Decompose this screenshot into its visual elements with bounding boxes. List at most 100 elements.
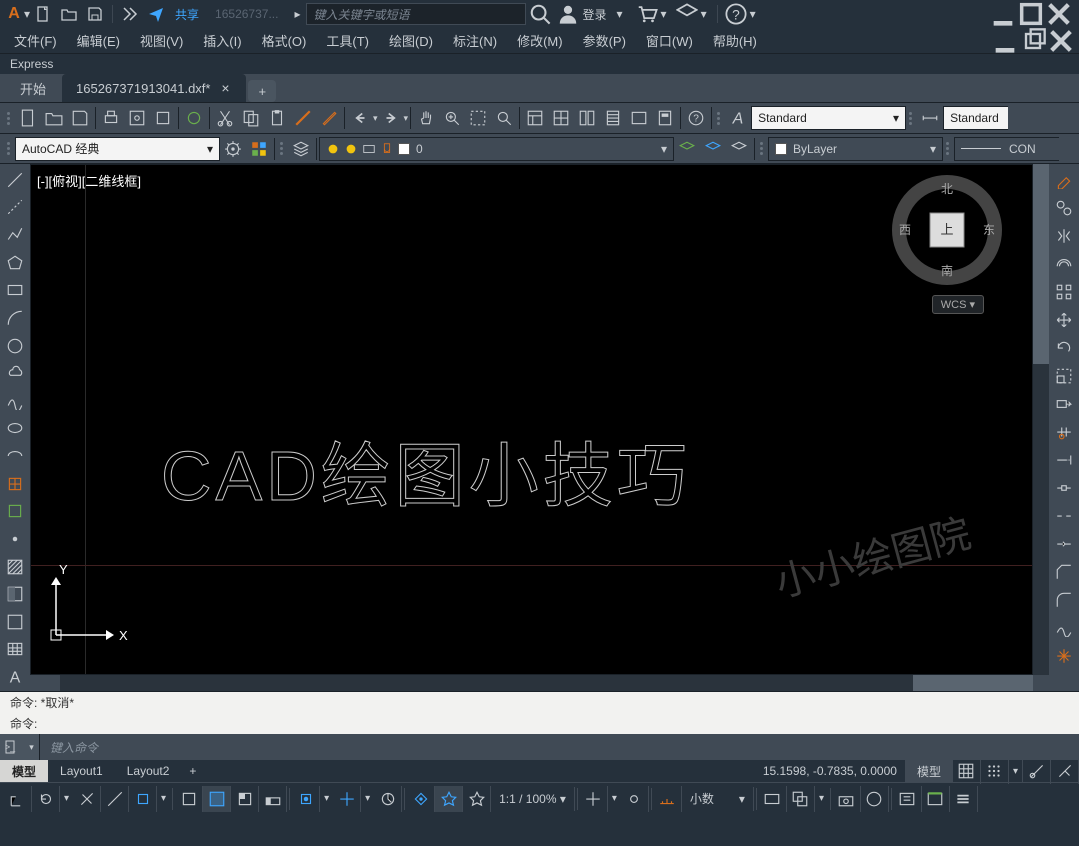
otrack-icon[interactable] [333,786,361,812]
scale-combo[interactable]: 1:1 / 100% ▾ [491,787,575,811]
point-icon[interactable] [2,526,28,552]
clean-screen-icon[interactable] [894,786,922,812]
arc-icon[interactable] [2,305,28,331]
cut-icon[interactable] [212,105,238,131]
world-ucs-icon[interactable] [4,786,32,812]
offset-icon[interactable] [1051,251,1077,277]
user-icon[interactable] [557,3,579,25]
login-link[interactable]: 登录 [582,6,606,23]
insert-block-icon[interactable] [2,471,28,497]
new-file-icon[interactable] [15,105,41,131]
hatch-icon[interactable] [2,554,28,580]
new-icon[interactable] [32,3,54,25]
menu-view[interactable]: 视图(V) [130,28,193,54]
new-tab-button[interactable]: + [248,80,276,102]
ann-scale-icon[interactable] [407,786,435,812]
send-icon[interactable] [145,3,167,25]
units-icon[interactable] [654,786,682,812]
revcloud-icon[interactable] [2,360,28,386]
text-style-icon[interactable]: A [725,105,751,131]
design-center-icon[interactable] [548,105,574,131]
layer-other-icon[interactable] [726,136,752,162]
extend-icon[interactable] [1051,447,1077,473]
polygon-icon[interactable] [2,250,28,276]
menu-window[interactable]: 窗口(W) [636,28,703,54]
sheet-icon[interactable] [600,105,626,131]
tab-start[interactable]: 开始 [6,74,60,102]
layer-manager-icon[interactable] [288,136,314,162]
app-logo[interactable]: A [6,6,22,22]
copy-obj-icon[interactable] [1051,195,1077,221]
dyn-input-icon[interactable] [203,786,231,812]
close-tab-icon[interactable]: × [218,81,232,95]
snap-grid-icon[interactable] [175,786,203,812]
undo-icon[interactable] [347,105,373,131]
erase-icon[interactable] [1051,167,1077,193]
chamfer-icon[interactable] [1051,559,1077,585]
copy-icon[interactable] [238,105,264,131]
ortho-icon[interactable] [231,786,259,812]
ann-vis-icon[interactable] [435,786,463,812]
apps-icon[interactable] [676,3,698,25]
polar-icon[interactable] [259,786,287,812]
line-status-icon[interactable] [101,786,129,812]
join-icon[interactable] [1051,531,1077,557]
publish-icon[interactable] [150,105,176,131]
menu-format[interactable]: 格式(O) [252,28,317,54]
redo-icon[interactable] [378,105,404,131]
color-combo[interactable]: ByLayer▾ [768,137,943,161]
share-link[interactable]: 共享 [175,6,199,23]
spatial-icon[interactable] [580,786,608,812]
view-cube[interactable]: 上 北 南 东 西 [892,175,1002,285]
annot-scale-icon[interactable] [1023,758,1051,784]
vertical-scrollbar[interactable] [1033,164,1049,675]
minimize-icon[interactable] [989,3,1017,25]
layer-prev-icon[interactable] [700,136,726,162]
layer-state-icon[interactable] [246,136,272,162]
drawing-canvas[interactable]: [-][俯视][二维线框] CAD绘图小技巧 小小绘图院 X Y 上 [30,164,1033,675]
view-label[interactable]: [-][俯视][二维线框] [37,171,141,190]
add-layout-button[interactable]: + [181,760,204,782]
calc-icon[interactable] [652,105,678,131]
layout-model[interactable]: 模型 [0,760,48,782]
workspace-combo[interactable]: AutoCAD 经典▾ [15,137,220,161]
ellipse-icon[interactable] [2,416,28,442]
fillet-icon[interactable] [1051,587,1077,613]
close-icon[interactable] [1045,3,1073,25]
mtext-icon[interactable]: A [2,664,28,690]
forward-icon[interactable] [119,3,141,25]
render-icon[interactable] [181,105,207,131]
layout-1[interactable]: Layout1 [48,760,115,782]
trim-icon[interactable] [1051,419,1077,445]
stretch-icon[interactable] [1051,391,1077,417]
horizontal-scrollbar[interactable] [30,675,1049,691]
osnap3d-icon[interactable] [292,786,320,812]
linetype-combo[interactable]: CON [954,137,1059,161]
make-block-icon[interactable] [2,499,28,525]
break-icon[interactable] [1051,475,1077,501]
properties-icon[interactable] [522,105,548,131]
ellipse-arc-icon[interactable] [2,443,28,469]
sel-cycle-icon[interactable] [787,786,815,812]
array-icon[interactable] [1051,279,1077,305]
doc-minimize-icon[interactable] [991,30,1019,52]
paste-icon[interactable] [264,105,290,131]
units-combo[interactable]: 小数▾ [682,787,754,811]
zoom-window-icon[interactable] [465,105,491,131]
move-icon[interactable] [1051,307,1077,333]
brush-icon[interactable] [316,105,342,131]
dim-style-combo[interactable]: Standard [943,106,1008,130]
search-input[interactable]: 键入关键字或短语 [306,3,526,25]
gradient-icon[interactable] [2,581,28,607]
gear2-icon[interactable] [621,786,649,812]
table-icon[interactable] [2,637,28,663]
open-file-icon[interactable] [41,105,67,131]
iso-icon[interactable] [129,786,157,812]
xline-icon[interactable] [2,195,28,221]
blend-icon[interactable] [1051,615,1077,641]
osnap-icon[interactable] [73,786,101,812]
tab-active-file[interactable]: 165267371913041.dxf*× [62,74,246,102]
search-icon[interactable] [529,3,551,25]
grid2-icon[interactable] [953,758,981,784]
menu-options-icon[interactable] [950,786,978,812]
